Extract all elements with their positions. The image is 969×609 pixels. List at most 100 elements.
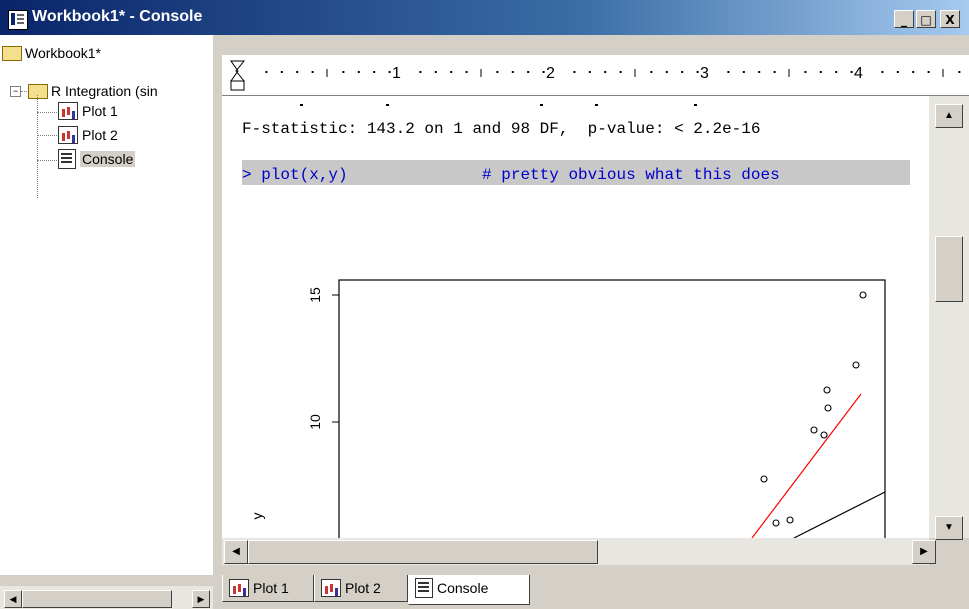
ruler-tick: [434, 71, 437, 73]
tab-plot-2[interactable]: Plot 2: [314, 575, 408, 602]
horizontal-scrollbar[interactable]: ◀ ▶: [222, 538, 936, 565]
scroll-up-icon[interactable]: ▲: [935, 104, 963, 128]
ruler-mark: 2: [546, 65, 555, 82]
ruler-tick: [681, 71, 684, 73]
ruler-tick: [835, 71, 838, 73]
console-output-line: F-statistic: 143.2 on 1 and 98 DF, p-val…: [242, 120, 760, 138]
ruler-tick: [604, 71, 607, 73]
ruler-scale: 1 2 3 4: [230, 60, 961, 91]
plot-frame: [338, 279, 886, 538]
title-bar: Workbook1* - Console _ □ X: [0, 0, 969, 35]
console-icon: [415, 578, 433, 599]
tree-root[interactable]: Workbook1*: [2, 43, 101, 63]
tab-label: Console: [437, 580, 489, 596]
window-title: Workbook1* - Console: [32, 8, 203, 25]
console-icon: [58, 149, 76, 170]
ruler-tick: [665, 71, 668, 73]
data-point: [852, 361, 860, 369]
workbook-tree: Workbook1* − R Integration (sin Plot 1 P…: [0, 35, 213, 575]
ruler-tick: [419, 71, 422, 73]
ruler-tick: [511, 71, 514, 73]
collapse-icon[interactable]: −: [10, 86, 21, 97]
workbook-icon: [8, 10, 28, 30]
ruler-tick: [896, 71, 899, 73]
data-point: [786, 516, 794, 524]
data-point: [810, 426, 818, 434]
plot-icon: [58, 102, 78, 121]
vertical-scroll-thumb[interactable]: [935, 236, 963, 302]
ruler-tick: [619, 71, 622, 73]
ruler-mark: 4: [854, 65, 863, 82]
tree-item-console[interactable]: Console: [58, 149, 136, 170]
horizontal-scroll-thumb[interactable]: [248, 540, 598, 564]
tree-item-plot-1[interactable]: Plot 1: [58, 101, 118, 121]
scroll-right-icon[interactable]: ▶: [912, 540, 936, 564]
tree-item-plot-2[interactable]: Plot 2: [58, 125, 118, 145]
ruler-tick: [311, 71, 314, 73]
regression-line-red: [751, 393, 862, 538]
ruler-tick: [542, 71, 545, 73]
regression-line-black: [793, 491, 886, 538]
console-document[interactable]: F-statistic: 143.2 on 1 and 98 DF, p-val…: [222, 96, 929, 538]
ruler-tick: [850, 71, 853, 73]
ruler-tick: [342, 71, 345, 73]
ruler-tick: [588, 71, 591, 73]
ruler-tick: [496, 71, 499, 73]
tree-horizontal-scrollbar[interactable]: ◀ ▶: [0, 586, 213, 609]
data-point: [859, 291, 867, 299]
vertical-scrollbar[interactable]: ▲ ▼: [929, 96, 969, 540]
ruler-tick: [450, 71, 453, 73]
scroll-right-icon[interactable]: ▶: [192, 590, 210, 608]
ruler-mark: 1: [392, 65, 401, 82]
plot-icon: [321, 579, 341, 598]
data-point: [772, 519, 780, 527]
tree-scroll-thumb[interactable]: [22, 590, 172, 608]
y-tick-label: 10: [307, 414, 323, 430]
tree-folder-r-integration[interactable]: R Integration (sin: [28, 81, 158, 101]
ruler-tick: [650, 71, 653, 73]
y-tick-label: 15: [307, 287, 323, 303]
folder-icon: [2, 45, 22, 61]
data-point: [820, 431, 828, 439]
tab-label: Plot 2: [345, 580, 381, 596]
ruler-tick: [527, 71, 530, 73]
minimize-button[interactable]: _: [894, 10, 914, 28]
ruler-tick: [265, 71, 268, 73]
ruler-tick: [357, 71, 360, 73]
ruler-tick: [373, 71, 376, 73]
tab-label: Plot 1: [253, 580, 289, 596]
ruler-tick: [819, 71, 822, 73]
data-point: [823, 386, 831, 394]
ruler-tick: [296, 71, 299, 73]
tab-plot-1[interactable]: Plot 1: [222, 575, 314, 602]
console-canvas: F-statistic: 143.2 on 1 and 98 DF, p-val…: [242, 104, 910, 538]
plot-icon: [229, 579, 249, 598]
ruler-tick: [758, 71, 761, 73]
tree-root-label: Workbook1*: [25, 45, 102, 61]
scatter-plot: 15 10 y: [249, 279, 886, 538]
ruler-tick: [912, 71, 915, 73]
ruler-tick: [388, 71, 391, 73]
ruler[interactable]: 1 2 3 4: [222, 55, 969, 96]
tree-item-label: Plot 1: [82, 103, 118, 119]
ruler-tick: [727, 71, 730, 73]
ruler-tick: [958, 71, 961, 73]
y-axis-label: y: [249, 513, 265, 520]
scroll-down-icon[interactable]: ▼: [935, 516, 963, 540]
ruler-tick: [742, 71, 745, 73]
console-command-line[interactable]: > plot(x,y) # pretty obvious what this d…: [242, 166, 780, 184]
maximize-button[interactable]: □: [916, 10, 936, 28]
tree-item-label: Console: [80, 151, 136, 167]
ruler-tick: [465, 71, 468, 73]
ruler-tick: [804, 71, 807, 73]
folder-icon: [28, 83, 48, 99]
ruler-tick: [696, 71, 699, 73]
ruler-tick: [280, 71, 283, 73]
tree-item-label: Plot 2: [82, 127, 118, 143]
close-button[interactable]: X: [940, 10, 960, 28]
tab-console[interactable]: Console: [408, 575, 530, 605]
scroll-left-icon[interactable]: ◀: [4, 590, 22, 608]
ruler-mark: 3: [700, 65, 709, 82]
ruler-tick: [573, 71, 576, 73]
scroll-left-icon[interactable]: ◀: [224, 540, 248, 564]
